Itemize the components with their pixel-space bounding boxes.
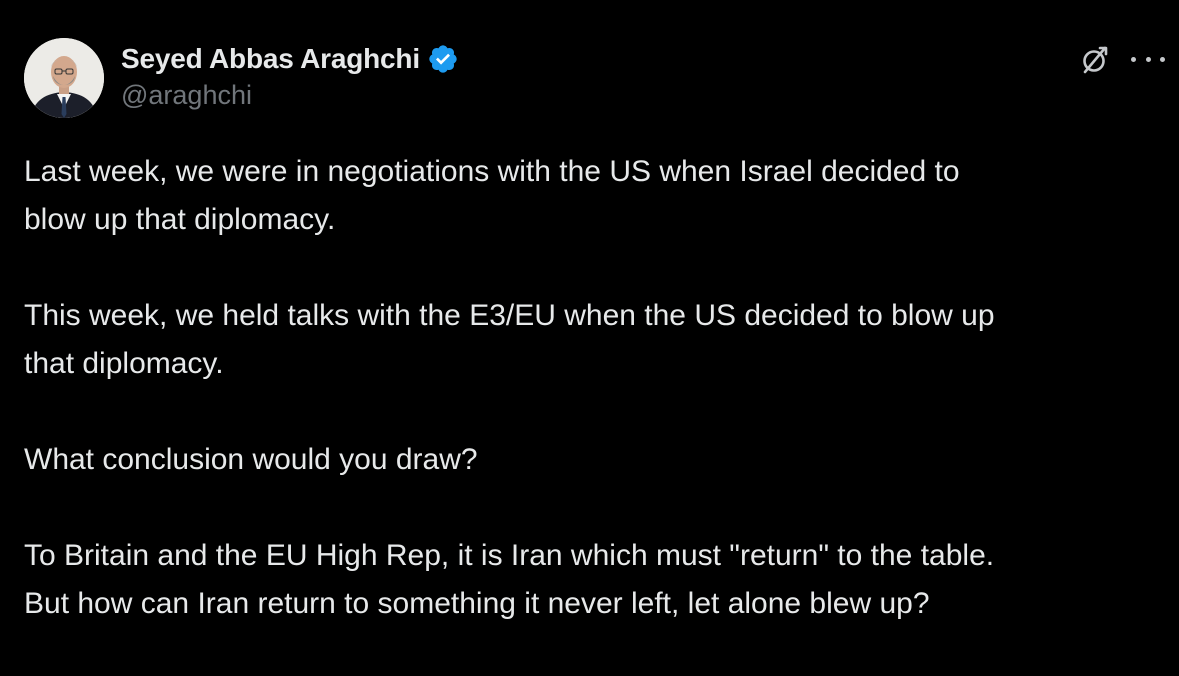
tweet-line: blow up that diplomacy. (24, 203, 336, 236)
tweet-paragraph: To Britain and the EU High Rep, it is Ir… (24, 532, 1174, 628)
tweet-line: But how can Iran return to something it … (24, 587, 930, 620)
author-name-row: Seyed Abbas Araghchi (121, 42, 459, 76)
more-dot (1160, 56, 1165, 62)
tweet-paragraph: Last week, we were in negotiations with … (24, 148, 1174, 244)
verified-badge-icon[interactable] (427, 43, 459, 75)
tweet-text: Last week, we were in negotiations with … (24, 148, 1174, 676)
tweet-line: To Britain and the EU High Rep, it is Ir… (24, 539, 995, 572)
tweet-paragraph: What conclusion would you draw? (24, 436, 1174, 484)
tweet-line: that diplomacy. (24, 347, 224, 380)
tweet-line: Last week, we were in negotiations with … (24, 155, 960, 188)
more-options-icon[interactable] (1131, 46, 1165, 72)
tweet-line: What conclusion would you draw? (24, 443, 478, 476)
author-handle[interactable]: @araghchi (121, 80, 252, 111)
tweet-line: This week, we held talks with the E3/EU … (24, 299, 995, 332)
grok-icon[interactable] (1078, 43, 1112, 77)
avatar[interactable] (24, 38, 104, 118)
more-dot (1145, 56, 1151, 62)
tweet-card: Seyed Abbas Araghchi @araghchi Last week… (0, 0, 1179, 649)
author-display-name[interactable]: Seyed Abbas Araghchi (121, 43, 420, 75)
profile-photo-image (24, 38, 104, 118)
tweet-paragraph: This week, we held talks with the E3/EU … (24, 292, 1174, 388)
more-dot (1131, 56, 1136, 62)
